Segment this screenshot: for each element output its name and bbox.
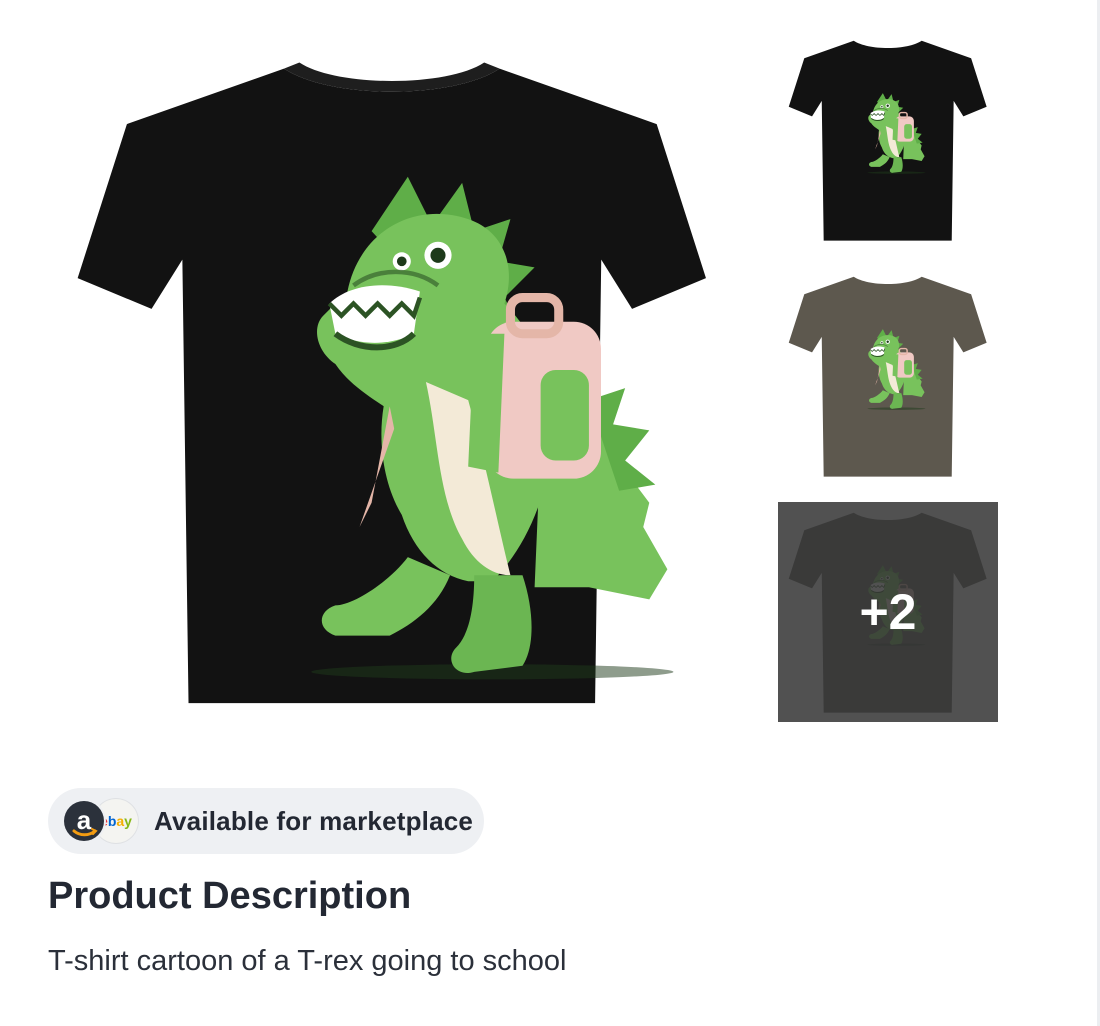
main-product-image[interactable] (48, 40, 738, 720)
svg-text:ebay: ebay (100, 813, 132, 829)
marketplace-label: Available for marketplace (154, 805, 474, 836)
thumbnail-black-shirt[interactable] (778, 30, 998, 250)
more-images-overlay: +2 (778, 502, 998, 722)
marketplace-logos: ebay a (64, 799, 140, 843)
more-images-count: +2 (859, 584, 917, 640)
product-description-title: Product Description (48, 875, 412, 917)
product-description-text: T-shirt cartoon of a T-rex going to scho… (48, 945, 567, 977)
main-tshirt-illustration (77, 62, 706, 704)
thumbnail-more-images[interactable]: +2 (778, 502, 998, 722)
thumbnail-black-tshirt-image (778, 30, 998, 250)
thumbnail-olive-tshirt-image (778, 266, 998, 486)
marketplace-availability-badge: ebay a Available for marketplace (48, 788, 484, 854)
svg-text:a: a (77, 805, 92, 835)
thumbnail-olive-shirt[interactable] (778, 266, 998, 486)
amazon-a-icon: a (64, 801, 104, 841)
